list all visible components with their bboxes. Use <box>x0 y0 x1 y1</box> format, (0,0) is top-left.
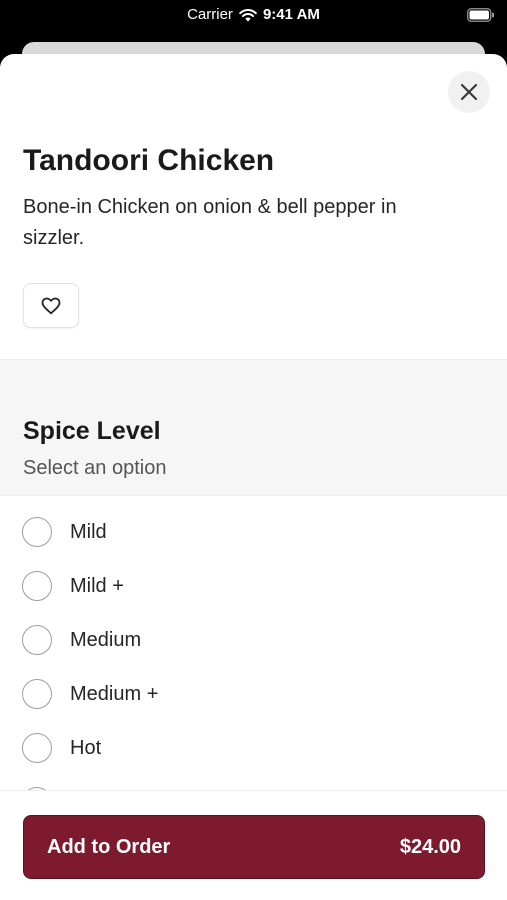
option-label: Medium + <box>70 682 159 705</box>
radio-button[interactable] <box>22 517 52 547</box>
close-button[interactable] <box>448 71 490 113</box>
spice-level-options: Mild Mild + Medium Medium + Hot <box>0 505 507 829</box>
order-footer: Add to Order $24.00 <box>0 790 507 900</box>
wifi-icon <box>239 8 257 21</box>
order-price: $24.00 <box>399 835 461 858</box>
spice-level-section-header: Spice Level Select an option <box>0 359 507 496</box>
status-center: Carrier 9:41 AM <box>0 6 507 23</box>
option-label: Mild <box>70 520 107 543</box>
status-bar: Carrier 9:41 AM <box>0 0 507 32</box>
option-hot[interactable]: Hot <box>0 721 507 775</box>
heart-icon <box>41 297 61 314</box>
item-title: Tandoori Chicken <box>23 144 275 177</box>
option-label: Medium <box>70 628 142 651</box>
battery-icon <box>467 8 494 22</box>
add-to-order-label: Add to Order <box>47 835 171 858</box>
option-medium-plus[interactable]: Medium + <box>0 667 507 721</box>
option-label: Mild + <box>70 574 124 597</box>
option-medium[interactable]: Medium <box>0 613 507 667</box>
favorite-button[interactable] <box>23 283 79 328</box>
radio-button[interactable] <box>22 625 52 655</box>
add-to-order-button[interactable]: Add to Order $24.00 <box>23 815 485 879</box>
item-detail-sheet: Tandoori Chicken Bone-in Chicken on onio… <box>0 54 507 900</box>
item-description: Bone-in Chicken on onion & bell pepper i… <box>23 196 397 249</box>
radio-button[interactable] <box>22 679 52 709</box>
carrier-label: Carrier <box>187 6 233 23</box>
option-mild[interactable]: Mild <box>0 505 507 559</box>
status-time: 9:41 AM <box>262 6 320 23</box>
section-title: Spice Level <box>23 417 161 445</box>
radio-button[interactable] <box>22 733 52 763</box>
option-label: Hot <box>70 736 102 759</box>
close-icon <box>460 83 478 101</box>
radio-button[interactable] <box>22 571 52 601</box>
option-mild-plus[interactable]: Mild + <box>0 559 507 613</box>
section-subtitle: Select an option <box>23 457 167 479</box>
